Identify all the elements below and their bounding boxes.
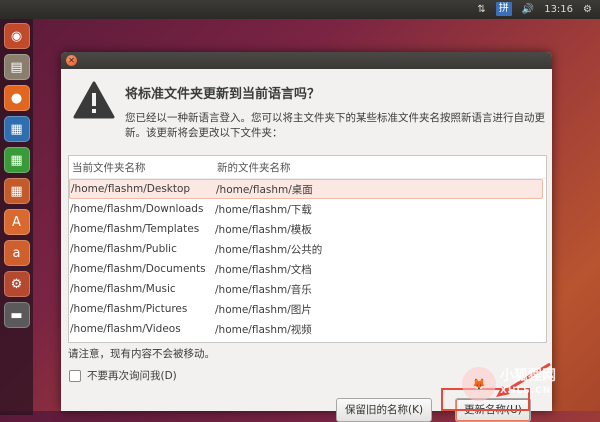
- network-icon[interactable]: ⇅: [477, 4, 485, 15]
- watermark-name: 小狐狸网: [500, 368, 556, 384]
- clock[interactable]: 13:16: [544, 4, 573, 15]
- software-center-icon[interactable]: A: [3, 209, 30, 235]
- volume-icon[interactable]: 🔊: [522, 4, 534, 15]
- current-folder-cell: /home/flashm/Desktop: [71, 183, 191, 195]
- watermark: 🦊 小狐狸网 XHLS.CN: [462, 362, 592, 406]
- drive-icon[interactable]: ▬: [3, 302, 30, 328]
- watermark-url: XHLS.CN: [500, 386, 552, 396]
- column-header-current[interactable]: 当前文件夹名称: [69, 160, 217, 175]
- dash-icon[interactable]: ◉: [3, 23, 30, 49]
- firefox-icon[interactable]: ●: [3, 85, 30, 111]
- new-folder-cell: /home/flashm/视频: [215, 323, 312, 336]
- table-row[interactable]: /home/flashm/Pictures /home/flashm/图片: [69, 299, 546, 319]
- table-row[interactable]: /home/flashm/Desktop /home/flashm/桌面: [69, 179, 543, 199]
- new-folder-cell: /home/flashm/文档: [215, 263, 312, 276]
- current-folder-cell: /home/flashm/Downloads: [70, 203, 204, 215]
- rename-folders-dialog: ✕ 将标准文件夹更新到当前语言吗？ 您已经以一种新语言登入。您可以将主文件夹下的…: [61, 52, 552, 422]
- table-row[interactable]: /home/flashm/Public /home/flashm/公共的: [69, 239, 546, 259]
- calc-icon[interactable]: ▦: [3, 147, 30, 173]
- amazon-icon[interactable]: a: [3, 240, 30, 266]
- column-header-new[interactable]: 新的文件夹名称: [217, 160, 546, 175]
- list-header: 当前文件夹名称 新的文件夹名称: [69, 156, 546, 179]
- folder-list[interactable]: 当前文件夹名称 新的文件夹名称 /home/flashm/Desktop /ho…: [68, 155, 547, 343]
- close-icon[interactable]: ✕: [66, 55, 77, 66]
- current-folder-cell: /home/flashm/Documents: [70, 263, 206, 275]
- new-folder-cell: /home/flashm/下载: [215, 203, 312, 216]
- dialog-titlebar: ✕: [61, 52, 552, 69]
- current-folder-cell: /home/flashm/Pictures: [70, 303, 188, 315]
- power-gear-icon[interactable]: ⚙: [583, 4, 592, 15]
- current-folder-cell: /home/flashm/Videos: [70, 323, 181, 335]
- input-method-indicator[interactable]: 拼: [495, 2, 512, 16]
- fox-logo-icon: 🦊: [462, 367, 496, 401]
- impress-icon[interactable]: ▦: [3, 178, 30, 204]
- watermark-text: 小狐狸网 XHLS.CN: [500, 369, 556, 399]
- new-folder-cell: /home/flashm/图片: [215, 303, 312, 316]
- current-folder-cell: /home/flashm/Public: [70, 243, 177, 255]
- top-panel: ⇅ 拼 🔊 13:16 ⚙: [0, 0, 600, 19]
- dont-ask-option[interactable]: 不要再次询问我(D): [69, 368, 177, 383]
- new-folder-cell: /home/flashm/桌面: [216, 183, 313, 196]
- files-icon[interactable]: ▤: [3, 54, 30, 80]
- dont-ask-label[interactable]: 不要再次询问我(D): [87, 368, 177, 383]
- new-folder-cell: /home/flashm/音乐: [215, 283, 312, 296]
- move-note: 请注意，现有内容不会被移动。: [68, 348, 215, 360]
- system-tray: ⇅ 拼 🔊 13:16 ⚙: [477, 2, 592, 16]
- table-row[interactable]: /home/flashm/Templates /home/flashm/模板: [69, 219, 546, 239]
- warning-icon: [73, 81, 115, 119]
- launcher: ◉ ▤ ● ▦ ▦ ▦ A a ⚙ ▬: [0, 19, 33, 415]
- dialog-heading: 将标准文件夹更新到当前语言吗？: [125, 87, 321, 102]
- current-folder-cell: /home/flashm/Templates: [70, 223, 200, 235]
- table-row[interactable]: /home/flashm/Music /home/flashm/音乐: [69, 279, 546, 299]
- table-row[interactable]: /home/flashm/Videos /home/flashm/视频: [69, 319, 546, 339]
- dialog-description: 您已经以一种新语言登入。您可以将主文件夹下的某些标准文件夹名按照新语言进行自动更…: [125, 112, 545, 139]
- new-folder-cell: /home/flashm/模板: [215, 223, 312, 236]
- table-row[interactable]: /home/flashm/Documents /home/flashm/文档: [69, 259, 546, 279]
- dont-ask-checkbox[interactable]: [69, 369, 81, 382]
- keep-old-names-button[interactable]: 保留旧的名称(K): [336, 398, 433, 422]
- writer-icon[interactable]: ▦: [3, 116, 30, 142]
- current-folder-cell: /home/flashm/Music: [70, 283, 176, 295]
- new-folder-cell: /home/flashm/公共的: [215, 243, 323, 256]
- settings-icon[interactable]: ⚙: [3, 271, 30, 297]
- table-row[interactable]: /home/flashm/Downloads /home/flashm/下载: [69, 199, 546, 219]
